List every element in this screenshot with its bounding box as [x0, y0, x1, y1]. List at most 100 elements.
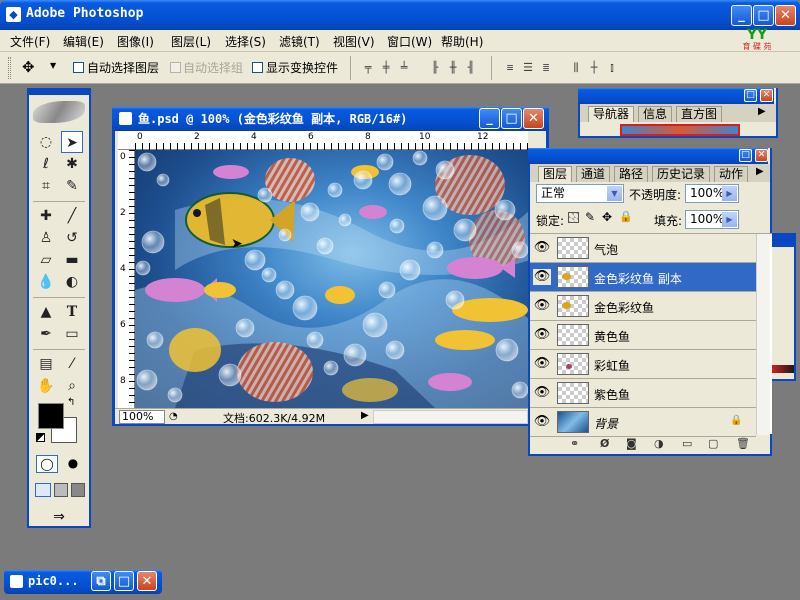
marquee-tool-icon[interactable]: ◌ [35, 131, 57, 153]
distribute-vcenter-icon[interactable]: ☰ [520, 61, 536, 75]
minimized-window[interactable]: pic0... ⧉ □ ✕ [4, 570, 162, 594]
foreground-color-swatch[interactable] [38, 403, 64, 429]
standard-mode-button[interactable]: ◯ [36, 455, 58, 473]
eraser-tool-icon[interactable]: ▱ [35, 249, 57, 271]
lock-transparent-icon[interactable] [568, 212, 579, 223]
menu-edit[interactable]: 编辑(E) [63, 33, 104, 50]
visibility-eye-icon[interactable]: 👁 [533, 269, 551, 285]
layers-scrollbar[interactable] [756, 234, 770, 435]
visibility-eye-icon[interactable]: 👁 [533, 298, 551, 314]
align-top-icon[interactable]: ╤ [360, 61, 376, 75]
distribute-top-icon[interactable]: ≡ [502, 61, 518, 75]
minimized-close-button[interactable]: ✕ [137, 571, 157, 591]
slice-tool-icon[interactable]: ✎ [61, 175, 83, 197]
layer-row[interactable]: 👁 紫色鱼 [530, 379, 756, 408]
menu-filter[interactable]: 滤镜(T) [279, 33, 320, 50]
menu-layer[interactable]: 图层(L) [171, 33, 211, 50]
tab-layers[interactable]: 图层 [538, 166, 573, 182]
menu-image[interactable]: 图像(I) [117, 33, 154, 50]
visibility-eye-icon[interactable]: 👁 [533, 385, 551, 401]
shape-tool-icon[interactable]: ▭ [61, 323, 83, 345]
tab-channels[interactable]: 通道 [576, 166, 611, 182]
distribute-right-icon[interactable]: ⫾ [604, 61, 620, 75]
gradient-tool-icon[interactable]: ▬ [61, 249, 83, 271]
align-vcenter-icon[interactable]: ╪ [378, 61, 394, 75]
document-minimize-button[interactable]: _ [479, 108, 500, 129]
visibility-eye-icon[interactable]: 👁 [533, 356, 551, 372]
visibility-eye-icon[interactable]: 👁 [533, 240, 551, 256]
lasso-tool-icon[interactable]: ℓ [35, 153, 57, 175]
new-group-icon[interactable]: ▭ [682, 437, 692, 450]
jump-to-imageready-icon[interactable]: ⇒ [39, 509, 79, 527]
hand-tool-icon[interactable]: ✋ [35, 375, 57, 397]
type-tool-icon[interactable]: T [61, 301, 83, 323]
new-layer-icon[interactable]: ▢ [708, 437, 718, 450]
align-bottom-icon[interactable]: ╧ [396, 61, 412, 75]
tab-history[interactable]: 历史记录 [652, 166, 711, 182]
notes-tool-icon[interactable]: ▤ [35, 353, 57, 375]
show-transform-checkbox[interactable] [252, 62, 263, 73]
layers-menu-icon[interactable]: ▶ [756, 166, 764, 177]
auto-select-layer-checkbox[interactable] [73, 62, 84, 73]
document-maximize-button[interactable]: □ [501, 108, 522, 129]
maximize-button[interactable]: □ [753, 5, 774, 26]
distribute-hcenter-icon[interactable]: ┼ [586, 61, 602, 75]
swap-colors-icon[interactable]: ↰ [67, 397, 75, 408]
menu-file[interactable]: 文件(F) [10, 33, 50, 50]
screen-mode-menubar-icon[interactable] [54, 483, 68, 497]
clone-stamp-tool-icon[interactable]: ♙ [35, 227, 57, 249]
menu-select[interactable]: 选择(S) [225, 33, 266, 50]
menu-help[interactable]: 帮助(H) [441, 33, 483, 50]
zoom-tool-icon[interactable]: ⌕ [61, 375, 83, 397]
eyedropper-tool-icon[interactable]: ⁄ [61, 353, 83, 375]
image-canvas[interactable]: ➤ [135, 150, 530, 408]
menu-view[interactable]: 视图(V) [333, 33, 375, 50]
minimized-maximize-button[interactable]: □ [114, 571, 134, 591]
crop-tool-icon[interactable]: ⌗ [35, 175, 57, 197]
healing-brush-tool-icon[interactable]: ✚ [35, 205, 57, 227]
navigator-thumbnail[interactable] [620, 124, 740, 136]
align-right-icon[interactable]: ╢ [463, 61, 479, 75]
tab-paths[interactable]: 路径 [614, 166, 649, 182]
magic-wand-tool-icon[interactable]: ✱ [61, 153, 83, 175]
opacity-input[interactable]: 100% ▶ [685, 184, 739, 203]
pen-tool-icon[interactable]: ✒ [35, 323, 57, 345]
horizontal-scrollbar[interactable] [373, 410, 528, 424]
horizontal-ruler[interactable]: 0 2 4 6 8 10 12 [118, 131, 528, 150]
layers-close-button[interactable]: ✕ [755, 149, 768, 162]
menu-window[interactable]: 窗口(W) [387, 33, 432, 50]
status-arrow-icon[interactable]: ▶ [361, 410, 369, 421]
vertical-ruler[interactable]: 0 2 4 6 8 [118, 150, 135, 408]
layer-row[interactable]: 👁 背景 🔒 [530, 408, 756, 437]
tab-info[interactable]: 信息 [638, 106, 673, 122]
move-tool-icon[interactable]: ➤ [61, 131, 83, 153]
default-colors-icon[interactable] [36, 433, 45, 442]
move-tool-icon[interactable]: ✥ [22, 58, 35, 76]
navigator-maximize-button[interactable]: □ [744, 89, 757, 102]
layers-maximize-button[interactable]: □ [739, 149, 752, 162]
lock-position-icon[interactable]: ✥ [602, 210, 612, 224]
layer-mask-icon[interactable]: ◙ [626, 437, 637, 450]
visibility-eye-icon[interactable]: 👁 [533, 327, 551, 343]
tab-actions[interactable]: 动作 [714, 166, 749, 182]
layer-style-icon[interactable]: Ø [600, 437, 609, 450]
layer-row-selected[interactable]: 👁 金色彩纹鱼 副本 [530, 263, 756, 292]
blur-tool-icon[interactable]: 💧 [35, 271, 57, 293]
layer-row[interactable]: 👁 彩虹鱼 [530, 350, 756, 379]
navigator-menu-icon[interactable]: ▶ [758, 106, 766, 117]
history-brush-tool-icon[interactable]: ↺ [61, 227, 83, 249]
link-layers-icon[interactable]: ⚭ [570, 437, 579, 450]
status-menu-icon[interactable]: ◔ [169, 411, 178, 422]
align-left-icon[interactable]: ╟ [427, 61, 443, 75]
visibility-eye-icon[interactable]: 👁 [533, 414, 551, 430]
minimize-button[interactable]: _ [731, 5, 752, 26]
layer-row[interactable]: 👁 黄色鱼 [530, 321, 756, 350]
navigator-close-button[interactable]: ✕ [760, 89, 773, 102]
blend-mode-select[interactable]: 正常 ▼ [536, 184, 624, 203]
minimized-restore-button[interactable]: ⧉ [91, 571, 111, 591]
distribute-bottom-icon[interactable]: ≣ [538, 61, 554, 75]
brush-tool-icon[interactable]: ╱ [61, 205, 83, 227]
fill-input[interactable]: 100% ▶ [685, 210, 739, 229]
dodge-tool-icon[interactable]: ◐ [61, 271, 83, 293]
zoom-level[interactable]: 100% [119, 410, 165, 424]
